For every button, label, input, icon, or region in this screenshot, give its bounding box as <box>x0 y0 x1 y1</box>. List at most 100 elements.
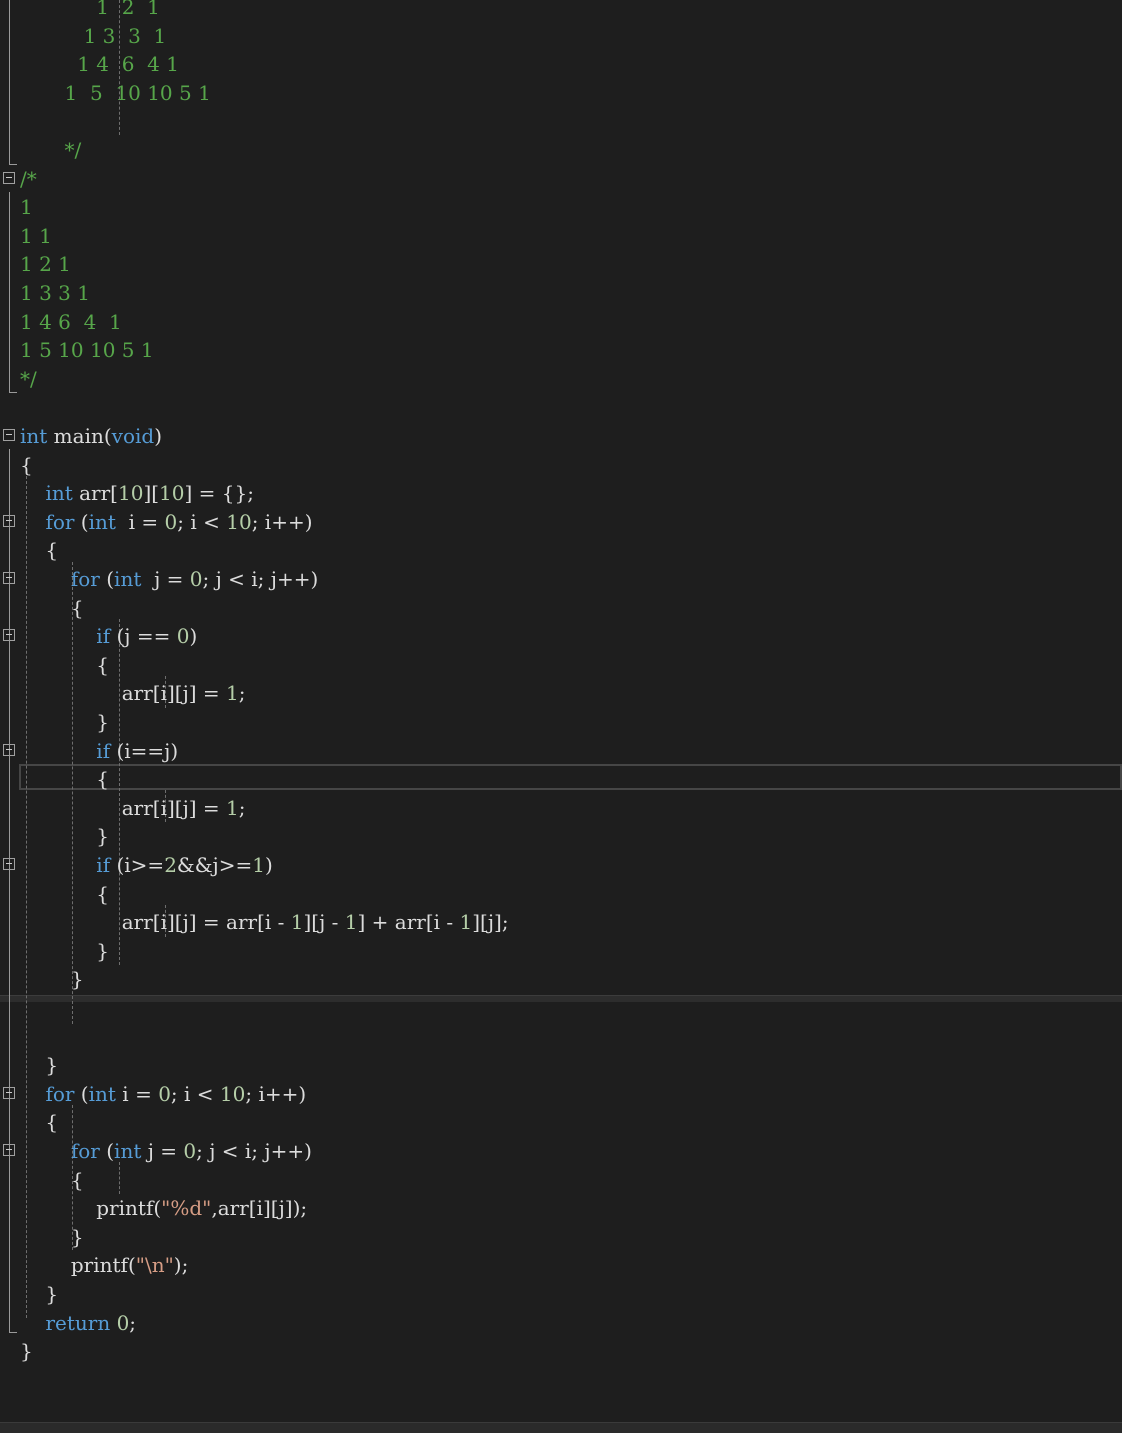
code-line[interactable]: printf("%d",arr[i][j]); <box>0 1194 1122 1222</box>
code-line[interactable]: for (int i = 0; i < 10; i++) <box>0 1080 1122 1108</box>
code-token: 1 <box>226 681 239 706</box>
code-line[interactable]: int main(void) <box>0 422 1122 450</box>
code-text: 1 5 10 10 5 1 <box>20 336 154 364</box>
code-line[interactable]: printf("\n"); <box>0 1251 1122 1279</box>
code-line[interactable]: 1 2 1 <box>0 0 1122 21</box>
code-line[interactable]: 1 4 6 4 1 <box>0 308 1122 336</box>
code-token: 10 <box>117 481 144 506</box>
code-text: arr[i][j] = 1; <box>20 679 246 707</box>
code-line[interactable]: } <box>0 1051 1122 1079</box>
collapse-region-icon[interactable] <box>3 514 15 527</box>
collapse-region-icon[interactable] <box>3 858 15 870</box>
code-line[interactable]: } <box>0 708 1122 736</box>
code-line[interactable]: } <box>0 822 1122 850</box>
code-token: ; i++) <box>251 509 313 534</box>
code-line[interactable]: arr[i][j] = 1; <box>0 794 1122 822</box>
code-line[interactable]: return 0; <box>0 1309 1122 1337</box>
code-line[interactable]: { <box>0 765 1122 793</box>
code-line[interactable]: int arr[10][10] = {}; <box>0 479 1122 507</box>
code-token: 10 <box>226 509 252 534</box>
code-token: 1 <box>344 910 358 935</box>
code-text: */ <box>20 365 37 393</box>
code-line[interactable]: 1 4 6 4 1 <box>0 50 1122 78</box>
code-token: ) <box>189 624 198 649</box>
code-text: int arr[10][10] = {}; <box>20 479 254 507</box>
code-line[interactable]: /* <box>0 165 1122 193</box>
code-text: { <box>20 594 84 622</box>
code-line[interactable]: } <box>0 1337 1122 1365</box>
code-text: arr[i][j] = 1; <box>20 794 246 822</box>
code-token: ] = {}; <box>184 481 254 506</box>
code-line[interactable]: { <box>0 880 1122 908</box>
code-token: ; <box>238 795 246 820</box>
code-token: 1 2 1 <box>20 0 160 19</box>
code-token: "%d" <box>161 1196 212 1221</box>
code-text: 1 <box>20 193 33 221</box>
code-line[interactable]: } <box>0 937 1122 965</box>
code-line[interactable]: 1 3 3 1 <box>0 22 1122 50</box>
code-line[interactable]: { <box>0 651 1122 679</box>
code-text: for (int j = 0; j < i; j++) <box>20 1137 312 1165</box>
code-token: ; <box>129 1310 137 1335</box>
code-token: arr[i][j] = arr[i - <box>20 910 291 935</box>
code-token: 1 3 3 1 <box>20 23 167 48</box>
code-line[interactable]: 1 1 <box>0 222 1122 250</box>
code-line[interactable]: { <box>0 451 1122 479</box>
code-line[interactable]: if (i>=2&&j>=1) <box>0 851 1122 879</box>
collapse-region-icon[interactable] <box>3 629 15 642</box>
horizontal-scrollbar[interactable] <box>0 1422 1122 1433</box>
collapse-region-icon[interactable] <box>3 572 15 584</box>
code-text: 1 1 <box>20 222 52 250</box>
code-line[interactable]: 1 3 3 1 <box>0 279 1122 307</box>
code-token: if <box>96 738 111 763</box>
code-line[interactable]: for (int j = 0; j < i; j++) <box>0 565 1122 593</box>
code-line[interactable]: arr[i][j] = 1; <box>0 679 1122 707</box>
code-line[interactable] <box>0 1023 1122 1051</box>
code-token: 1 4 6 4 1 <box>20 309 122 334</box>
code-token: printf( <box>20 1253 136 1278</box>
code-line[interactable]: arr[i][j] = arr[i - 1][j - 1] + arr[i - … <box>0 908 1122 936</box>
code-text: 1 3 3 1 <box>20 279 90 307</box>
code-line[interactable]: if (j == 0) <box>0 622 1122 650</box>
code-text: } <box>20 822 109 850</box>
code-line[interactable]: { <box>0 594 1122 622</box>
collapse-region-icon[interactable] <box>3 1086 15 1099</box>
code-text: 1 3 3 1 <box>20 22 167 50</box>
code-line[interactable]: for (int j = 0; j < i; j++) <box>0 1137 1122 1165</box>
code-line[interactable] <box>0 107 1122 135</box>
code-token: ( <box>74 509 89 534</box>
code-line[interactable]: { <box>0 536 1122 564</box>
code-line[interactable]: { <box>0 1108 1122 1136</box>
code-line[interactable]: 1 5 10 10 5 1 <box>0 79 1122 107</box>
code-line[interactable] <box>0 994 1122 1022</box>
code-line[interactable]: 1 2 1 <box>0 250 1122 278</box>
code-line[interactable]: } <box>0 1223 1122 1251</box>
code-token: 1 5 10 10 5 1 <box>20 338 154 363</box>
code-token: { <box>20 595 84 620</box>
collapse-region-icon[interactable] <box>3 1144 15 1156</box>
code-text: { <box>20 880 109 908</box>
code-line[interactable]: */ <box>0 136 1122 164</box>
collapse-region-icon[interactable] <box>3 171 15 184</box>
code-token: ; i++) <box>245 1081 307 1106</box>
code-token: /* <box>20 166 37 191</box>
code-line[interactable]: } <box>0 965 1122 993</box>
collapse-region-icon[interactable] <box>3 743 15 756</box>
code-token: ; <box>238 681 246 706</box>
code-text: */ <box>20 136 82 164</box>
code-token: } <box>20 1282 59 1306</box>
code-line[interactable]: if (i==j) <box>0 737 1122 765</box>
code-editor[interactable]: 1 2 1 1 3 3 1 1 4 6 4 1 1 5 10 10 5 1 */… <box>0 0 1122 1433</box>
code-line[interactable]: 1 5 10 10 5 1 <box>0 336 1122 364</box>
code-line[interactable]: } <box>0 1280 1122 1308</box>
code-line[interactable]: 1 <box>0 193 1122 221</box>
code-line[interactable] <box>0 393 1122 421</box>
collapse-region-icon[interactable] <box>3 429 15 441</box>
code-line[interactable]: for (int i = 0; i < 10; i++) <box>0 508 1122 536</box>
code-token: } <box>20 1224 84 1249</box>
code-line[interactable]: */ <box>0 365 1122 393</box>
code-line[interactable]: { <box>0 1166 1122 1194</box>
code-token: i = <box>115 509 165 534</box>
code-token: ; i < <box>177 509 227 534</box>
